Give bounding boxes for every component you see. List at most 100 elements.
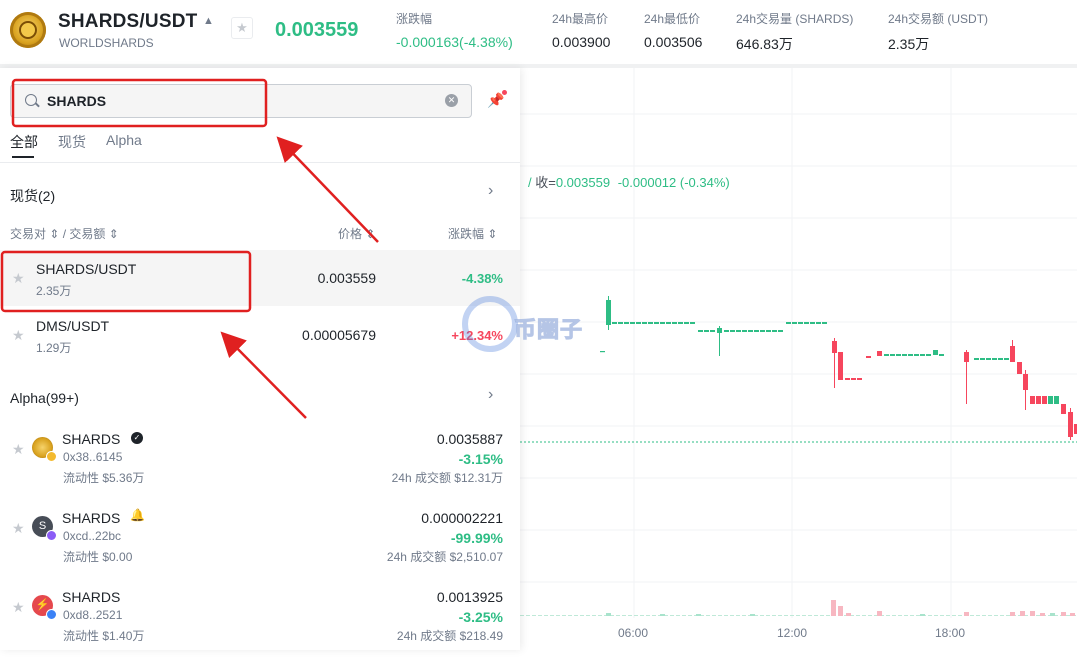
candle [939,354,944,356]
volume-bar [856,615,860,616]
candle [902,354,907,356]
chevron-right-icon[interactable]: › [488,386,493,404]
candle [636,322,641,324]
volume-bar [706,615,710,616]
candle [710,330,715,332]
volume-bar [766,615,770,616]
chain-icon [46,451,57,462]
volume-bar [550,615,554,616]
candle [798,322,803,324]
col-header-pair[interactable]: 交易对 ⇕ / 交易额 ⇕ [10,225,119,242]
volume-bar [772,615,776,616]
candle [742,330,747,332]
pair-title[interactable]: SHARDS/USDT [58,11,197,33]
candle [730,330,735,332]
volume-bar [790,615,794,616]
candle [684,322,689,324]
star-icon[interactable]: ★ [12,270,25,287]
candle [630,322,635,324]
candlestick-chart[interactable] [520,68,1077,650]
search-box[interactable]: ✕ [10,84,472,118]
volume-bar [904,615,908,616]
candle [1061,404,1066,414]
candle [724,330,729,332]
star-icon[interactable]: ★ [12,599,25,616]
star-icon[interactable]: ★ [12,327,25,344]
active-tab-indicator [12,156,34,158]
volume-bar [606,613,611,616]
col-header-change[interactable]: 涨跌幅 ⇕ [448,225,497,242]
volume-bar [1070,613,1075,616]
ticker-header: SHARDS/USDT ▲ WORLDSHARDS ★ 0.003559 涨跌幅… [0,0,1077,68]
volume-bar [1010,612,1015,616]
tab-spot[interactable]: 现货 [58,132,86,152]
candle [884,354,889,356]
candle [1030,396,1035,404]
candle [908,354,913,356]
volume-bar [670,615,674,616]
volume-bar [562,615,566,616]
alpha-row[interactable]: ★ ⚡ SHARDS 0xd8..2521 流动性 $1.40万 0.00139… [0,586,520,664]
stat-24h-high: 24h最高价 0.003900 [552,12,611,50]
volume-bar [886,615,890,616]
volume-bar [1036,615,1040,616]
caret-up-icon[interactable]: ▲ [203,15,214,27]
notification-dot [502,90,507,95]
alpha-row[interactable]: ★ S SHARDS 🔔 0xcd..22bc 流动性 $0.00 0.0000… [0,507,520,585]
star-icon[interactable]: ★ [12,520,25,537]
tab-alpha[interactable]: Alpha [106,132,142,148]
favorite-star-icon[interactable]: ★ [231,17,253,39]
chain-icon [46,530,57,541]
chain-icon [46,609,57,620]
volume-bar [634,615,638,616]
spot-row[interactable]: ★ DMS/USDT 1.29万 0.00005679 +12.34% [0,307,520,363]
pin-icon[interactable]: 📌 [487,92,504,109]
volume-bar [660,614,665,616]
search-icon [25,94,37,106]
price-chart[interactable]: / 收=0.003559 -0.000012 (-0.34%) 06:00 12… [520,68,1077,650]
volume-bar [946,615,950,616]
chevron-right-icon[interactable]: › [488,182,493,200]
candle [1036,396,1041,404]
candle [642,322,647,324]
stat-change: 涨跌幅 -0.000163(-4.38%) [396,12,513,50]
col-header-price[interactable]: 价格 ⇕ [338,225,375,242]
candle [810,322,815,324]
volume-bar [616,615,620,616]
volume-bar [868,615,872,616]
candle [822,322,827,324]
worldshards-logo-icon [10,12,46,48]
volume-bar [976,615,980,616]
volume-bar [640,615,644,616]
candle [974,358,979,360]
candle [666,322,671,324]
volume-bar [1000,615,1004,616]
x-tick-0600: 06:00 [618,626,649,640]
stat-24h-turnover: 24h交易额 (USDT) 2.35万 [888,12,989,52]
candle [1054,396,1059,404]
project-name: WORLDSHARDS [59,36,154,50]
watermark-logo-icon [462,296,518,352]
candle [896,354,901,356]
search-input[interactable] [47,91,437,111]
volume-bar [831,600,836,616]
candle [786,322,791,324]
candle [618,322,623,324]
clear-icon[interactable]: ✕ [445,94,458,107]
candle [736,330,741,332]
volume-bar [940,615,944,616]
x-tick-1800: 18:00 [935,626,966,640]
tab-all[interactable]: 全部 [10,132,38,152]
alpha-row[interactable]: ★ SHARDS ✓ 0x38..6145 流动性 $5.36万 0.00358… [0,428,520,506]
volume-bar [592,615,596,616]
x-tick-1200: 12:00 [777,626,808,640]
volume-bar [808,615,812,616]
stat-24h-low: 24h最低价 0.003506 [644,12,703,50]
spot-row[interactable]: ★ SHARDS/USDT 2.35万 0.003559 -4.38% [0,250,520,306]
candle [914,354,919,356]
candle [772,330,777,332]
volume-bar [982,615,986,616]
volume-bar [598,615,602,616]
star-icon[interactable]: ★ [12,441,25,458]
volume-bar [778,615,782,616]
